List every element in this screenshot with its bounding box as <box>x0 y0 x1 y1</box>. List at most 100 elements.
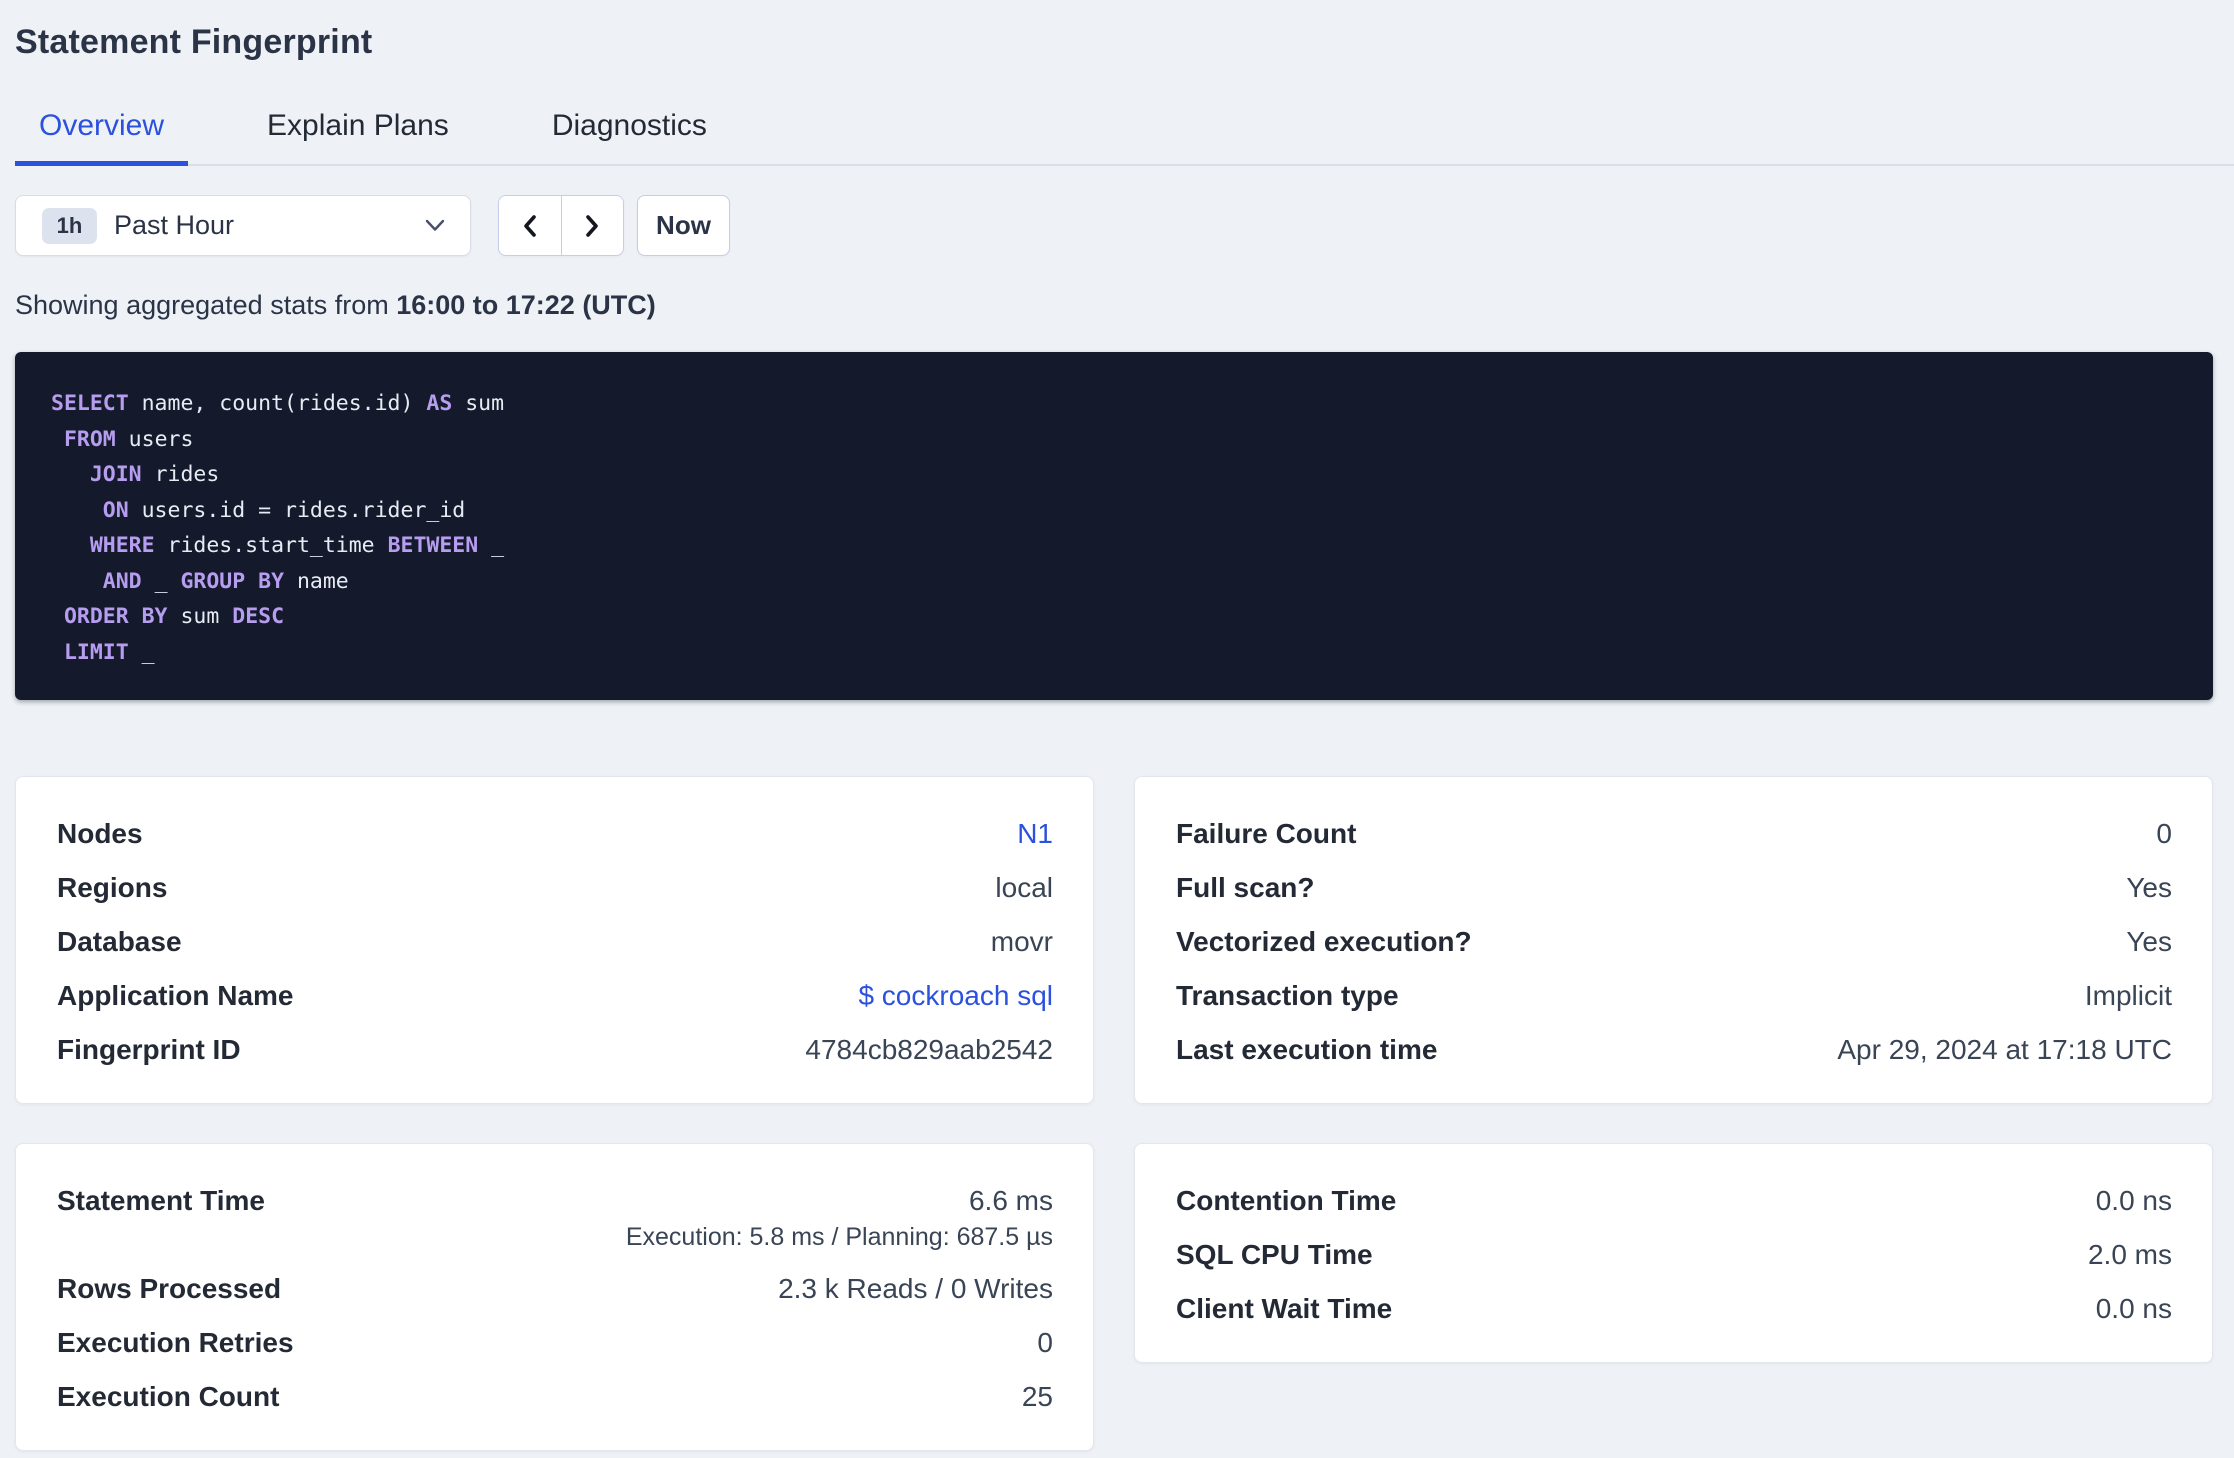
info-row: Rows Processed 2.3 k Reads / 0 Writes <box>57 1262 1053 1316</box>
info-row: Failure Count 0 <box>1176 807 2172 861</box>
info-value: Implicit <box>2084 980 2172 1011</box>
info-value: 0 <box>2156 818 2172 849</box>
sql-line: SELECT name, count(rides.id) AS sum <box>51 386 2177 422</box>
info-value-wrap: Implicit <box>2085 969 2172 1023</box>
info-value-wrap: 2.3 k Reads / 0 Writes <box>778 1262 1053 1316</box>
time-range-dropdown[interactable]: 1h Past Hour <box>15 195 471 256</box>
info-label: Contention Time <box>1176 1185 1397 1216</box>
tab-diagnostics[interactable]: Diagnostics <box>528 111 731 166</box>
wait-times-card: Contention Time 0.0 ns SQL CPU Time 2.0 ms C… <box>1134 1143 2213 1363</box>
time-pager <box>498 195 624 256</box>
info-value-link[interactable]: $ cockroach sql <box>858 980 1053 1011</box>
info-label: Vectorized execution? <box>1176 926 1472 957</box>
sql-line: ORDER BY sum DESC <box>51 599 2177 635</box>
info-value-wrap: $ cockroach sql <box>858 969 1053 1023</box>
info-label: Statement Time <box>57 1185 265 1216</box>
info-row: SQL CPU Time 2.0 ms <box>1176 1228 2172 1282</box>
info-label: Client Wait Time <box>1176 1293 1393 1324</box>
info-row: Nodes N1 <box>57 807 1053 861</box>
info-value: 25 <box>1021 1381 1053 1412</box>
info-value: 0.0 ns <box>2095 1293 2172 1324</box>
sql-keyword: FROM <box>63 426 116 452</box>
info-label: Nodes <box>57 818 143 849</box>
info-value: movr <box>990 926 1053 957</box>
sql-line: WHERE rides.start_time BETWEEN _ <box>51 528 2177 564</box>
sql-text: name <box>284 568 349 594</box>
sql-keyword: DESC <box>232 604 285 629</box>
info-value-wrap: 6.6 ms Execution: 5.8 ms / Planning: 687.… <box>626 1174 1053 1262</box>
info-value-wrap: N1 <box>1017 807 1053 861</box>
info-value: 6.6 ms <box>968 1185 1053 1216</box>
execution-attributes-card: Failure Count 0 Full scan? Yes Vectorized ex… <box>1134 776 2213 1104</box>
tab-explain-plans[interactable]: Explain Plans <box>243 111 473 166</box>
info-value: Apr 29, 2024 at 17:18 UTC <box>1837 1034 2172 1065</box>
info-value: 0.0 ns <box>2095 1185 2172 1216</box>
sql-text: rides.start_time <box>154 533 388 558</box>
sql-line: LIMIT _ <box>51 635 2177 671</box>
info-value-wrap: 0.0 ns <box>2096 1174 2172 1228</box>
aggregated-stats-caption: Showing aggregated stats from 16:00 to 1… <box>15 290 2234 320</box>
info-label: SQL CPU Time <box>1176 1239 1373 1270</box>
info-label: Database <box>57 926 182 957</box>
info-value: 2.0 ms <box>2087 1239 2172 1270</box>
sql-keyword: AS <box>426 391 453 416</box>
now-button[interactable]: Now <box>637 195 730 256</box>
sql-text: _ <box>128 639 155 665</box>
sql-keyword: ORDER BY <box>63 604 168 629</box>
info-value-wrap: movr <box>991 915 1053 969</box>
info-row: Full scan? Yes <box>1176 861 2172 915</box>
info-value: Yes <box>2126 926 2172 957</box>
info-label: Fingerprint ID <box>57 1034 241 1065</box>
sql-keyword: BETWEEN <box>387 533 479 558</box>
sql-text: rides <box>141 462 220 487</box>
info-value-wrap: Apr 29, 2024 at 17:18 UTC <box>1837 1023 2172 1077</box>
timing-cards-row: Statement Time 6.6 ms Execution: 5.8 ms / … <box>15 1143 2213 1451</box>
info-value-subtext: Execution: 5.8 ms / Planning: 687.5 µs <box>625 1223 1053 1251</box>
sql-keyword: SELECT <box>51 391 129 416</box>
info-row: Transaction type Implicit <box>1176 969 2172 1023</box>
info-row: Client Wait Time 0.0 ns <box>1176 1282 2172 1336</box>
sql-line: ON users.id = rides.rider_id <box>51 493 2177 529</box>
info-label: Application Name <box>57 980 294 1011</box>
info-value-wrap: Yes <box>2126 861 2172 915</box>
info-row: Application Name $ cockroach sql <box>57 969 1053 1023</box>
tab-overview[interactable]: Overview <box>15 111 189 166</box>
info-value-wrap: local <box>995 861 1053 915</box>
previous-time-interval-button[interactable] <box>499 196 561 255</box>
sql-text: users.id = rides.rider_id <box>128 497 466 523</box>
sql-text: _ <box>478 533 505 558</box>
info-label: Transaction type <box>1176 980 1399 1011</box>
sql-line: AND _ GROUP BY name <box>51 564 2177 600</box>
info-value-wrap: 0.0 ns <box>2096 1282 2172 1336</box>
sql-line: FROM users <box>51 422 2177 458</box>
statement-fingerprint-page: Statement Fingerprint Overview Explain P… <box>0 0 2234 1458</box>
sql-text: _ <box>141 568 181 594</box>
overview-cards-row: Nodes N1 Regions local Database movr Applicati… <box>15 776 2213 1104</box>
info-label: Regions <box>57 872 168 903</box>
info-row: Statement Time 6.6 ms Execution: 5.8 ms / … <box>57 1174 1053 1262</box>
info-value: 0 <box>1037 1327 1053 1358</box>
info-value-wrap: 2.0 ms <box>2088 1228 2172 1282</box>
info-row: Contention Time 0.0 ns <box>1176 1174 2172 1228</box>
page-title: Statement Fingerprint <box>15 23 373 61</box>
sql-keyword: GROUP BY <box>180 568 285 594</box>
info-value: 4784cb829aab2542 <box>805 1034 1053 1065</box>
info-label: Last execution time <box>1176 1034 1438 1065</box>
info-row: Database movr <box>57 915 1053 969</box>
sql-keyword: WHERE <box>89 533 155 558</box>
next-time-interval-button[interactable] <box>560 196 623 255</box>
chevron-right-icon <box>580 212 604 240</box>
info-row: Vectorized execution? Yes <box>1176 915 2172 969</box>
info-label: Rows Processed <box>57 1273 282 1304</box>
info-label: Failure Count <box>1176 818 1357 849</box>
info-value-link[interactable]: N1 <box>1017 818 1053 849</box>
chevron-left-icon <box>518 212 542 240</box>
sql-line: JOIN rides <box>51 457 2177 493</box>
sql-keyword: JOIN <box>89 462 142 487</box>
